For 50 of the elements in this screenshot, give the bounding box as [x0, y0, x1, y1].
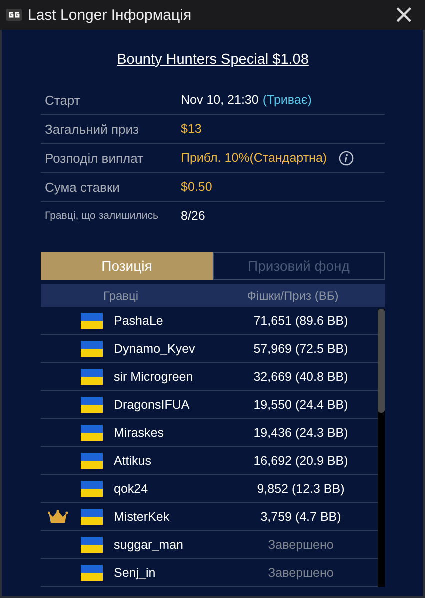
tournament-title[interactable]: Bounty Hunters Special $1.08	[117, 52, 309, 68]
player-name: Dynamo_Kyev	[114, 342, 196, 356]
chip-count: 19,550 (24.4 BB)	[252, 398, 350, 412]
info-label: Розподіл виплат	[45, 150, 144, 166]
chip-count: 9,852 (12.3 BB)	[256, 482, 346, 496]
chip-count: 19,436 (24.3 BB)	[252, 426, 350, 440]
info-label: Старт	[45, 92, 82, 108]
chip-count: 57,969 (72.5 BB)	[252, 342, 350, 356]
crown-icon	[48, 510, 68, 524]
player-name: MisterKek	[114, 510, 171, 524]
chip-count: Завершено	[267, 538, 335, 552]
flag-icon	[81, 452, 103, 468]
window-title: Last Longer Інформація	[28, 6, 193, 24]
info-label: Загальний приз	[45, 122, 140, 136]
player-name: DragonsIFUA	[114, 398, 191, 412]
column-header: Фішки/Приз (ВБ)	[246, 288, 340, 302]
info-icon[interactable]	[339, 150, 354, 166]
player-name: PashaLe	[114, 314, 164, 328]
player-name: Miraskes	[114, 426, 166, 440]
flag-icon	[81, 508, 103, 524]
player-name: suggar_man	[114, 538, 184, 552]
player-name: Senj_in	[114, 566, 157, 580]
player-name: Attikus	[114, 454, 153, 468]
column-header: Гравці	[102, 288, 140, 302]
flag-icon	[81, 480, 103, 496]
info-value: $13	[181, 122, 202, 136]
flag-icon	[81, 536, 103, 552]
info-label: Гравці, що залишились	[45, 210, 160, 222]
player-name: qok24	[114, 482, 150, 496]
flag-icon	[81, 368, 103, 384]
info-value: Nov 10, 21:30	[181, 93, 259, 107]
info-label: Сума ставки	[45, 180, 121, 194]
flag-icon	[81, 312, 103, 328]
flag-icon	[81, 396, 103, 412]
chip-count: 16,692 (20.9 BB)	[252, 454, 350, 468]
info-value: 8/26	[181, 209, 206, 223]
flag-icon	[81, 424, 103, 440]
logo-icon	[6, 9, 22, 21]
info-value: $0.50	[181, 180, 212, 194]
scrollbar[interactable]	[378, 309, 385, 587]
chip-count: Завершено	[267, 566, 335, 580]
flag-icon	[81, 340, 103, 356]
status-note: (Триває)	[262, 93, 312, 107]
chip-count: 3,759 (4.7 BB)	[260, 510, 342, 524]
info-value: Прибл. 10%(Стандартна)	[181, 151, 328, 165]
chip-count: 71,651 (89.6 BB)	[252, 314, 350, 328]
close-button[interactable]: ×	[389, 2, 419, 28]
player-name: sir Microgreen	[114, 370, 194, 384]
chip-count: 32,669 (40.8 BB)	[252, 370, 350, 384]
flag-icon	[81, 564, 103, 580]
